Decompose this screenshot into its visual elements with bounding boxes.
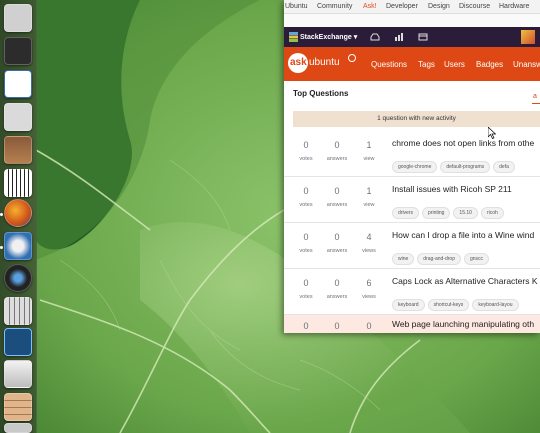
tag[interactable]: default-programs [440, 161, 491, 173]
tag[interactable]: 15.10 [453, 207, 478, 219]
tag[interactable]: wine [392, 253, 415, 265]
tab-active[interactable]: a [533, 93, 537, 100]
question-title-link[interactable]: Caps Lock as Alternative Characters K [392, 276, 538, 286]
tag[interactable]: keyboard [392, 299, 425, 311]
workspace-icon[interactable] [4, 393, 32, 421]
nav-tags[interactable]: Tags [418, 60, 435, 69]
answers-stat: 0 answers [326, 186, 348, 208]
answers-stat: 0 answers [326, 232, 348, 254]
user-avatar[interactable] [521, 30, 535, 44]
question-title-link[interactable]: Web page launching manipulating oth [392, 319, 534, 329]
nav-users[interactable]: Users [444, 60, 465, 69]
question-row: 0 votes 0 answers 4 views How can I drop a … [284, 223, 540, 269]
question-tags: google-chrome default-programs defa [392, 155, 518, 173]
tag[interactable]: shortcut-keys [427, 299, 470, 311]
page-title: Top Questions [293, 89, 349, 98]
running-indicator [0, 246, 3, 249]
question-title-link[interactable]: Install issues with Ricoh SP 211 [392, 184, 512, 194]
answers-stat: 0 answers [326, 278, 348, 300]
question-tags: wine drag-and-drop gnscc [392, 247, 492, 265]
files-icon[interactable] [4, 103, 32, 131]
mouse-cursor-icon [488, 127, 496, 139]
question-row: 0 votes 0 answers 6 views Caps Lock as Alte… [284, 269, 540, 315]
nav-badges[interactable]: Badges [476, 60, 503, 69]
views-stat: 0 [366, 321, 372, 331]
terminal-icon[interactable] [4, 37, 32, 65]
answers-stat: 0 answers [326, 140, 348, 162]
views-stat: 1 view [363, 140, 375, 162]
tag[interactable]: keyboard-layou [472, 299, 519, 311]
home-folder-icon[interactable] [4, 4, 32, 32]
stackexchange-logo-icon [289, 32, 298, 42]
achievements-icon[interactable] [394, 33, 404, 41]
firefox-icon[interactable] [4, 199, 32, 227]
question-row: 0 votes 0 answers 1 view chrome does not op… [284, 131, 540, 177]
piano-icon-2[interactable] [4, 169, 32, 197]
votes-stat: 0 votes [299, 140, 313, 162]
bookmark-discourse[interactable]: Discourse [459, 3, 490, 10]
bookmark-hardware[interactable]: Hardware [499, 3, 529, 10]
system-monitor-icon[interactable] [4, 328, 32, 356]
question-tags: keyboard shortcut-keys keyboard-layou [392, 293, 522, 311]
ubuntu-circle-icon [348, 54, 356, 62]
drive-icon[interactable] [4, 360, 32, 388]
bookmark-ask[interactable]: Ask! [363, 3, 377, 10]
tab-strip [284, 14, 540, 27]
nav-questions[interactable]: Questions [371, 60, 407, 69]
bookmarks-bar: Ubuntu Community Ask! Developer Design D… [284, 0, 540, 14]
tag[interactable]: printing [422, 207, 451, 219]
mixer-icon[interactable] [4, 297, 32, 325]
bookmark-developer[interactable]: Developer [386, 3, 418, 10]
votes-stat: 0 votes [299, 278, 313, 300]
question-title-link[interactable]: chrome does not open links from othe [392, 138, 534, 148]
tag[interactable]: defa [493, 161, 515, 173]
tag[interactable]: ricoh [480, 207, 504, 219]
stackexchange-menu[interactable]: StackExchange ▾ [300, 33, 357, 41]
votes-stat: 0 [303, 321, 309, 331]
question-title-link[interactable]: How can I drop a file into a Wine wind [392, 230, 534, 240]
votes-stat: 0 votes [299, 186, 313, 208]
trash-icon[interactable] [4, 423, 32, 433]
question-row: 0 0 0 Web page launching manipulating ot… [284, 315, 540, 333]
piano-icon-1[interactable] [4, 136, 32, 164]
tag[interactable]: gnscc [463, 253, 490, 265]
help-icon[interactable] [418, 33, 428, 41]
tab-active-underline [532, 103, 540, 104]
views-stat: 6 views [362, 278, 376, 300]
askubuntu-header: ask ubuntu Questions Tags Users Badges U… [284, 47, 540, 81]
running-indicator [0, 213, 3, 216]
askubuntu-logo[interactable]: ask ubuntu [288, 53, 360, 75]
main-content: Top Questions a 1 question with new acti… [284, 81, 540, 333]
bookmark-design[interactable]: Design [428, 3, 450, 10]
answers-stat: 0 [334, 321, 340, 331]
stackexchange-topbar: StackExchange ▾ [284, 27, 540, 47]
question-row: 0 votes 0 answers 1 view Install issues wit… [284, 177, 540, 223]
views-stat: 4 views [362, 232, 376, 254]
logo-ask-text: ask [290, 57, 307, 68]
nav-unanswered[interactable]: Unansw [513, 60, 540, 69]
views-stat: 1 view [363, 186, 375, 208]
tag[interactable]: drag-and-drop [417, 253, 461, 265]
browser-window: Ubuntu Community Ask! Developer Design D… [284, 0, 540, 333]
text-editor-icon[interactable] [4, 70, 32, 98]
tag[interactable]: google-chrome [392, 161, 438, 173]
inbox-icon[interactable] [370, 33, 380, 41]
webcam-icon[interactable] [4, 264, 32, 292]
unity-launcher [0, 0, 37, 433]
new-activity-banner[interactable]: 1 question with new activity [293, 111, 540, 127]
tag[interactable]: drivers [392, 207, 420, 219]
votes-stat: 0 votes [299, 232, 313, 254]
question-tags: drivers printing 15.10 ricoh [392, 201, 507, 219]
bookmark-community[interactable]: Community [317, 3, 352, 10]
bookmark-ubuntu[interactable]: Ubuntu [285, 3, 308, 10]
thunderbird-icon[interactable] [4, 232, 32, 260]
logo-ubuntu-text: ubuntu [309, 57, 340, 68]
